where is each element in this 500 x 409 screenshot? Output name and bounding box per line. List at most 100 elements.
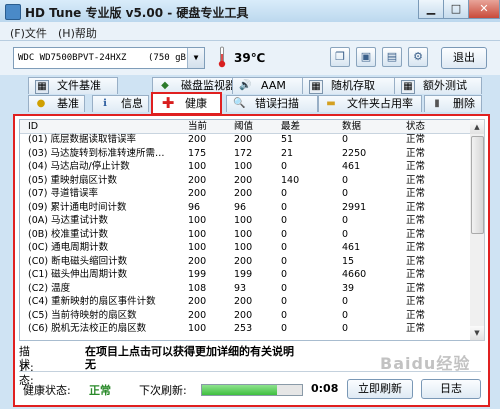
table-scrollbar[interactable]: ▲ ▼: [470, 119, 485, 341]
cell-current: 100: [188, 228, 207, 240]
title-bar: HD Tune 专业版 v5.00 - 硬盘专业工具 ▁ □ ✕: [0, 0, 500, 22]
table-row[interactable]: (C6) 脱机无法校正的扇区数 100 253 0 0 正常: [20, 323, 470, 334]
temperature-readout: 39℃: [234, 51, 266, 65]
cell-data: 2250: [342, 147, 367, 159]
col-header-current[interactable]: 当前: [188, 120, 207, 133]
maximize-button[interactable]: □: [443, 0, 469, 19]
tab-file-benchmark[interactable]: ▦ 文件基准: [28, 77, 118, 94]
cell-id: (01) 底层数据读取错误率: [28, 134, 137, 145]
cell-data: 2991: [342, 201, 367, 213]
table-row[interactable]: (05) 重映射扇区计数 200 200 140 0 正常: [20, 175, 470, 186]
disk-monitor-icon: ◆: [161, 80, 169, 91]
health-status-label: 健康状态:: [23, 384, 71, 397]
cell-status: 正常: [406, 201, 426, 213]
cell-id: (C5) 当前待映射的扇区数: [28, 309, 137, 321]
app-icon: [5, 4, 21, 20]
cell-current: 96: [188, 201, 201, 213]
table-row[interactable]: (C0) 断电磁头缩回计数 200 200 0 15 正常: [20, 256, 470, 267]
cell-current: 108: [188, 282, 207, 294]
tab-erase[interactable]: ▮ 删除: [424, 95, 482, 112]
table-row[interactable]: (0B) 校准重试计数 100 100 0 0 正常: [20, 229, 470, 240]
log-button[interactable]: 日志: [421, 379, 481, 399]
info-icon: ℹ: [103, 98, 107, 109]
col-header-data[interactable]: 数据: [342, 120, 361, 133]
cell-worst: 0: [281, 188, 288, 199]
save-icon[interactable]: ▤: [382, 47, 402, 67]
cell-data: 4660: [342, 269, 367, 280]
scroll-down-icon[interactable]: ▼: [470, 326, 484, 340]
disk-name: WDC WD7500BPVT-24HXZ: [18, 53, 127, 63]
cell-worst: 140: [281, 174, 300, 186]
exit-button[interactable]: 退出: [441, 47, 487, 69]
table-row[interactable]: (09) 累计通电时间计数 96 96 0 2991 正常: [20, 202, 470, 213]
cell-id: (C1) 磁头伸出周期计数: [28, 269, 128, 280]
cell-data: 39: [342, 282, 355, 294]
refresh-now-button[interactable]: 立即刷新: [347, 379, 413, 399]
table-row[interactable]: (0A) 马达重试计数 100 100 0 0 正常: [20, 215, 470, 226]
cell-worst: 0: [281, 282, 288, 294]
health-status-value: 正常: [89, 384, 111, 397]
scroll-up-icon[interactable]: ▲: [470, 120, 484, 134]
tab-aam[interactable]: 🔊 AAM: [232, 77, 304, 94]
table-row[interactable]: (07) 寻道错误率 200 200 0 0 正常: [20, 188, 470, 199]
cell-data: 0: [342, 228, 349, 240]
cell-status: 正常: [406, 134, 426, 145]
description-text: 在项目上点击可以获得更加详细的有关说明: [85, 345, 294, 358]
cell-current: 175: [188, 147, 207, 159]
cell-current: 100: [188, 161, 207, 172]
disk-select[interactable]: WDC WD7500BPVT-24HXZ (750 gB) ▼: [13, 47, 205, 69]
cell-threshold: 93: [234, 282, 247, 294]
table-row[interactable]: (C2) 温度 108 93 0 39 正常: [20, 283, 470, 294]
cell-current: 200: [188, 255, 207, 267]
cell-id: (03) 马达旋转到标准转速所需…: [28, 147, 165, 159]
cell-data: 0: [342, 296, 349, 307]
options-icon[interactable]: ⚙: [408, 47, 428, 67]
cell-status: 正常: [406, 215, 426, 226]
tab-folder-usage[interactable]: ▬ 文件夹占用率: [318, 95, 422, 112]
cell-worst: 21: [281, 147, 294, 159]
aam-icon: 🔊: [239, 80, 252, 91]
table-row[interactable]: (C1) 磁头伸出周期计数 199 199 0 4660 正常: [20, 269, 470, 280]
table-row[interactable]: (04) 马达启动/停止计数 100 100 0 461 正常: [20, 161, 470, 172]
tab-health[interactable]: ✚ 健康: [151, 92, 222, 115]
col-header-id[interactable]: ID: [28, 120, 38, 133]
cell-data: 461: [342, 161, 361, 172]
cell-threshold: 200: [234, 174, 253, 186]
cell-id: (07) 寻道错误率: [28, 188, 99, 199]
col-header-worst[interactable]: 最差: [281, 120, 300, 133]
scroll-thumb[interactable]: [471, 136, 484, 234]
cell-threshold: 100: [234, 228, 253, 240]
table-row[interactable]: (01) 底层数据读取错误率 200 200 51 0 正常: [20, 134, 470, 145]
cell-threshold: 100: [234, 215, 253, 226]
tab-benchmark[interactable]: ● 基准: [28, 95, 85, 112]
menu-help[interactable]: (H)帮助: [58, 25, 97, 41]
col-header-threshold[interactable]: 阈值: [234, 120, 253, 133]
table-row[interactable]: (03) 马达旋转到标准转速所需… 175 172 21 2250 正常: [20, 148, 470, 159]
table-row[interactable]: (0C) 通电周期计数 100 100 0 461 正常: [20, 242, 470, 253]
disk-size: (750 gB): [148, 53, 192, 63]
menu-file[interactable]: (F)文件: [10, 25, 47, 41]
file-benchmark-icon: ▦: [35, 80, 49, 94]
tab-error-scan[interactable]: 🔍 错误扫描: [226, 95, 318, 112]
tab-info[interactable]: ℹ 信息: [92, 95, 149, 112]
chevron-down-icon: ▼: [187, 48, 204, 68]
smart-table[interactable]: ID 当前 阈值 最差 数据 状态 (01) 底层数据读取错误率 200 200 51…: [19, 119, 471, 341]
cell-worst: 51: [281, 134, 294, 145]
table-row[interactable]: (C4) 重新映射的扇区事件计数 200 200 0 0 正常: [20, 296, 470, 307]
screenshot-icon[interactable]: ▣: [356, 47, 376, 67]
state-value: 无: [85, 358, 96, 371]
table-row[interactable]: (C5) 当前待映射的扇区数 200 200 0 0 正常: [20, 310, 470, 321]
refresh-progress-bar: [201, 384, 303, 396]
cell-status: 正常: [406, 269, 426, 280]
cell-threshold: 100: [234, 161, 253, 172]
tab-random-access[interactable]: ▦ 随机存取: [302, 77, 396, 94]
cell-id: (C2) 温度: [28, 282, 71, 294]
copy-icon[interactable]: ❐: [330, 47, 350, 67]
cell-threshold: 200: [234, 134, 253, 145]
cell-id: (05) 重映射扇区计数: [28, 174, 118, 186]
close-button[interactable]: ✕: [468, 0, 500, 19]
minimize-button[interactable]: ▁: [418, 0, 444, 19]
col-header-status[interactable]: 状态: [406, 120, 425, 133]
tab-extra-tests[interactable]: ▦ 额外测试: [394, 77, 482, 94]
extra-tests-icon: ▦: [401, 80, 415, 94]
